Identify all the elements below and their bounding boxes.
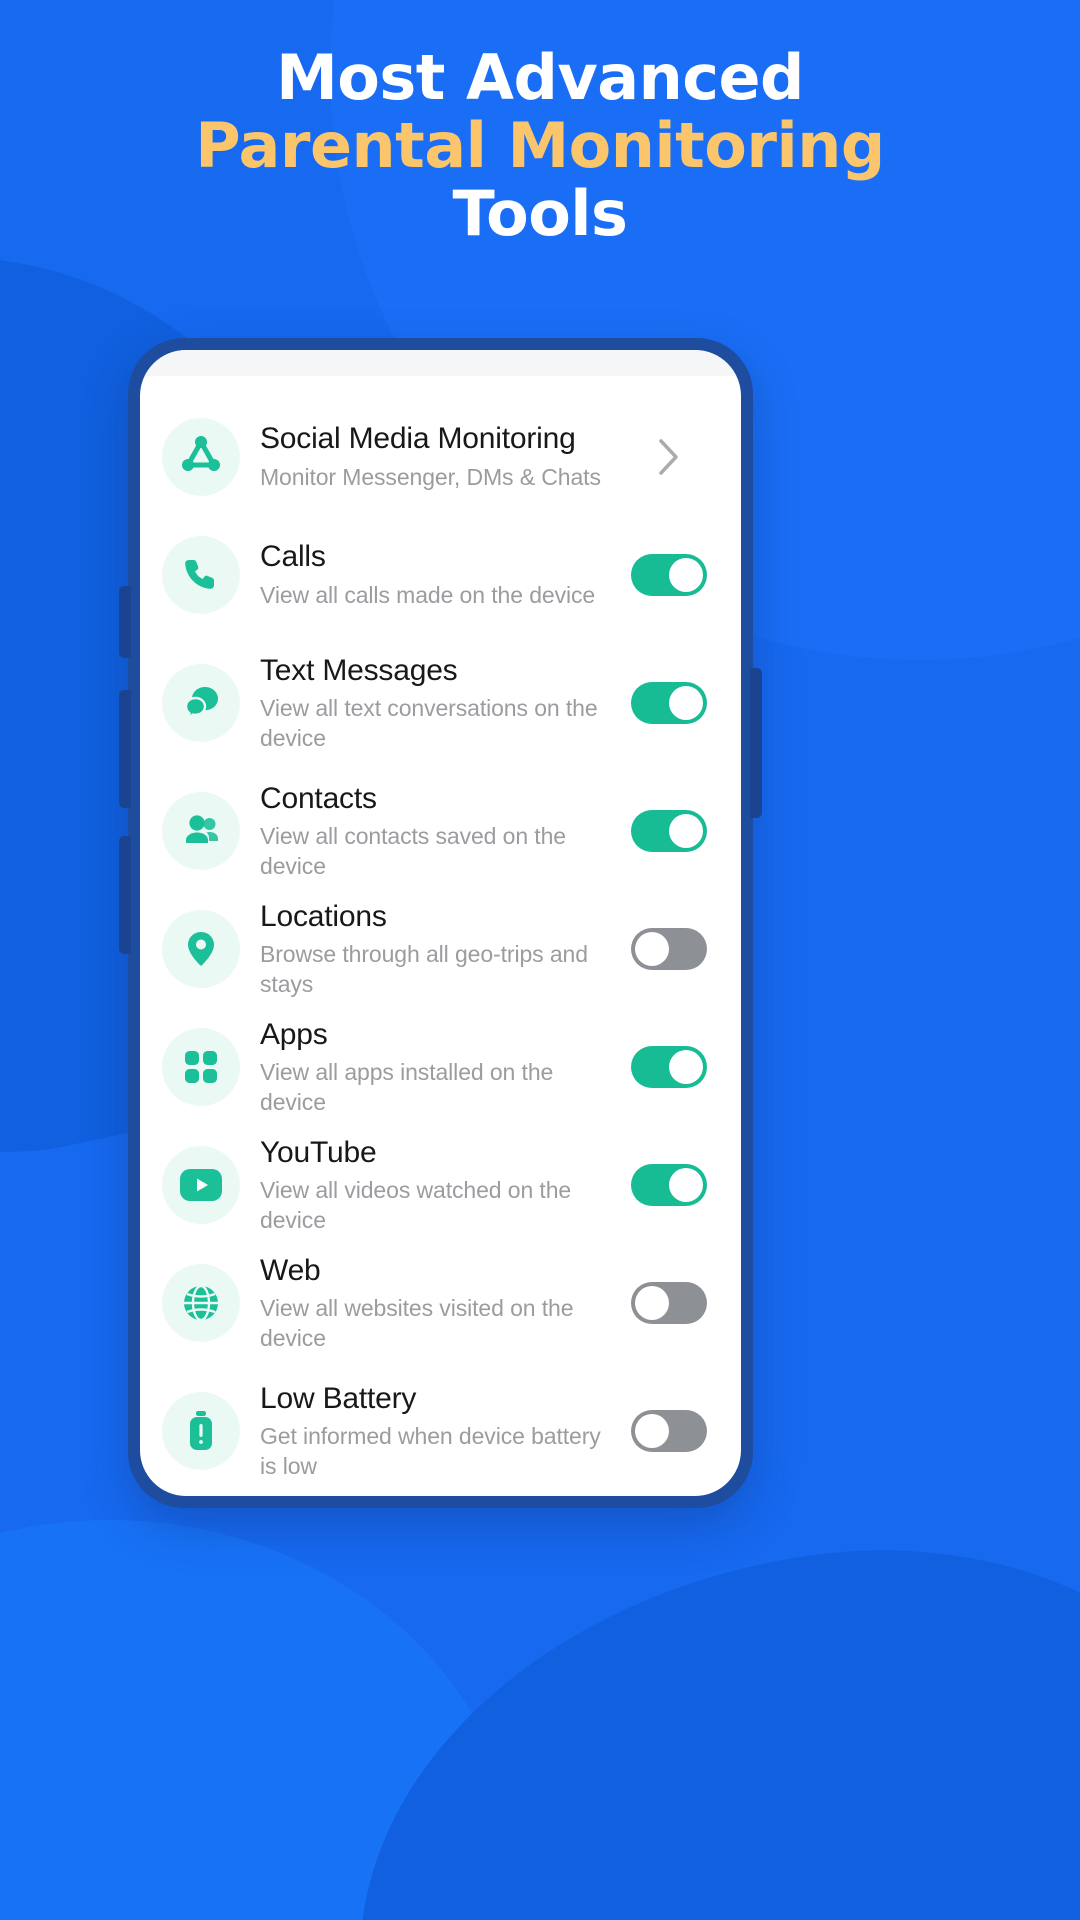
screen-top-band xyxy=(140,350,741,376)
list-item-subtitle: View all videos watched on the device xyxy=(260,1177,572,1233)
list-item-title: Low Battery xyxy=(260,1381,417,1415)
toggle-switch[interactable] xyxy=(631,928,707,970)
list-item[interactable]: Contacts View all contacts saved on the … xyxy=(162,772,707,890)
phone-call-icon xyxy=(162,536,240,614)
phone-frame: Social Media Monitoring Monitor Messenge… xyxy=(119,338,762,1508)
list-item-subtitle: View all calls made on the device xyxy=(260,582,596,609)
list-item-title: Locations xyxy=(260,899,387,933)
feature-list: Social Media Monitoring Monitor Messenge… xyxy=(140,376,741,1496)
list-item-text: Contacts View all contacts saved on the … xyxy=(260,781,631,881)
list-item-subtitle: Browse through all geo-trips and stays xyxy=(260,941,588,997)
phone-mockup: Social Media Monitoring Monitor Messenge… xyxy=(119,338,762,1508)
list-item-text: Web View all websites visited on the dev… xyxy=(260,1253,631,1353)
list-item-title: Apps xyxy=(260,1017,328,1051)
list-item-text: Apps View all apps installed on the devi… xyxy=(260,1017,631,1117)
list-item[interactable]: Web View all websites visited on the dev… xyxy=(162,1244,707,1362)
chevron-right-icon[interactable] xyxy=(631,438,707,476)
list-item-subtitle: View all websites visited on the device xyxy=(260,1295,574,1351)
toggle-switch[interactable] xyxy=(631,554,707,596)
share-network-icon xyxy=(162,418,240,496)
toggle-switch[interactable] xyxy=(631,810,707,852)
toggle-knob xyxy=(669,686,703,720)
toggle-switch[interactable] xyxy=(631,682,707,724)
list-item-title: YouTube xyxy=(260,1135,377,1169)
list-item-title: Calls xyxy=(260,540,326,574)
list-item[interactable]: YouTube View all videos watched on the d… xyxy=(162,1126,707,1244)
list-item-text: Text Messages View all text conversation… xyxy=(260,653,631,753)
list-item[interactable]: Calls View all calls made on the device xyxy=(162,516,707,634)
list-item-subtitle: View all apps installed on the device xyxy=(260,1059,554,1115)
list-item[interactable]: Social Media Monitoring Monitor Messenge… xyxy=(162,398,707,516)
chat-bubbles-icon xyxy=(162,664,240,742)
list-item[interactable]: Text Messages View all text conversation… xyxy=(162,634,707,772)
list-item-title: Text Messages xyxy=(260,653,458,687)
list-item-text: YouTube View all videos watched on the d… xyxy=(260,1135,631,1235)
list-item-title: Social Media Monitoring xyxy=(260,422,576,456)
toggle-switch[interactable] xyxy=(631,1410,707,1452)
map-pin-icon xyxy=(162,910,240,988)
toggle-knob xyxy=(635,1414,669,1448)
power-button[interactable] xyxy=(750,668,762,818)
toggle-knob xyxy=(669,814,703,848)
toggle-switch[interactable] xyxy=(631,1164,707,1206)
page-title: Most Advanced Parental Monitoring Tools xyxy=(0,0,1080,249)
toggle-switch[interactable] xyxy=(631,1282,707,1324)
app-grid-icon xyxy=(162,1028,240,1106)
toggle-knob xyxy=(669,558,703,592)
list-item-subtitle: View all text conversations on the devic… xyxy=(260,695,598,751)
toggle-knob xyxy=(669,1050,703,1084)
toggle-knob xyxy=(635,932,669,966)
list-item[interactable]: Low Battery Get informed when device bat… xyxy=(162,1362,707,1496)
list-item-text: Social Media Monitoring Monitor Messenge… xyxy=(260,421,631,492)
youtube-play-icon xyxy=(162,1146,240,1224)
list-item-text: Low Battery Get informed when device bat… xyxy=(260,1381,631,1481)
people-group-icon xyxy=(162,792,240,870)
battery-alert-icon xyxy=(162,1392,240,1470)
list-item[interactable]: Apps View all apps installed on the devi… xyxy=(162,1008,707,1126)
toggle-switch[interactable] xyxy=(631,1046,707,1088)
headline-line-2: Parental Monitoring xyxy=(195,109,885,183)
headline-line-1: Most Advanced xyxy=(276,41,804,114)
list-item-subtitle: View all contacts saved on the device xyxy=(260,823,566,879)
list-item-text: Calls View all calls made on the device xyxy=(260,539,631,610)
list-item-subtitle: Monitor Messenger, DMs & Chats xyxy=(260,464,601,491)
volume-down-button[interactable] xyxy=(119,690,131,808)
phone-screen: Social Media Monitoring Monitor Messenge… xyxy=(140,350,741,1496)
list-item-subtitle: Get informed when device battery is low xyxy=(260,1423,601,1479)
headline-line-3: Tools xyxy=(452,177,628,251)
list-item[interactable]: Locations Browse through all geo-trips a… xyxy=(162,890,707,1008)
list-item-text: Locations Browse through all geo-trips a… xyxy=(260,899,631,999)
list-item-title: Contacts xyxy=(260,781,377,815)
globe-icon xyxy=(162,1264,240,1342)
toggle-knob xyxy=(635,1286,669,1320)
volume-up-button[interactable] xyxy=(119,586,131,658)
list-item-title: Web xyxy=(260,1253,321,1287)
assistant-button[interactable] xyxy=(119,836,131,954)
toggle-knob xyxy=(669,1168,703,1202)
